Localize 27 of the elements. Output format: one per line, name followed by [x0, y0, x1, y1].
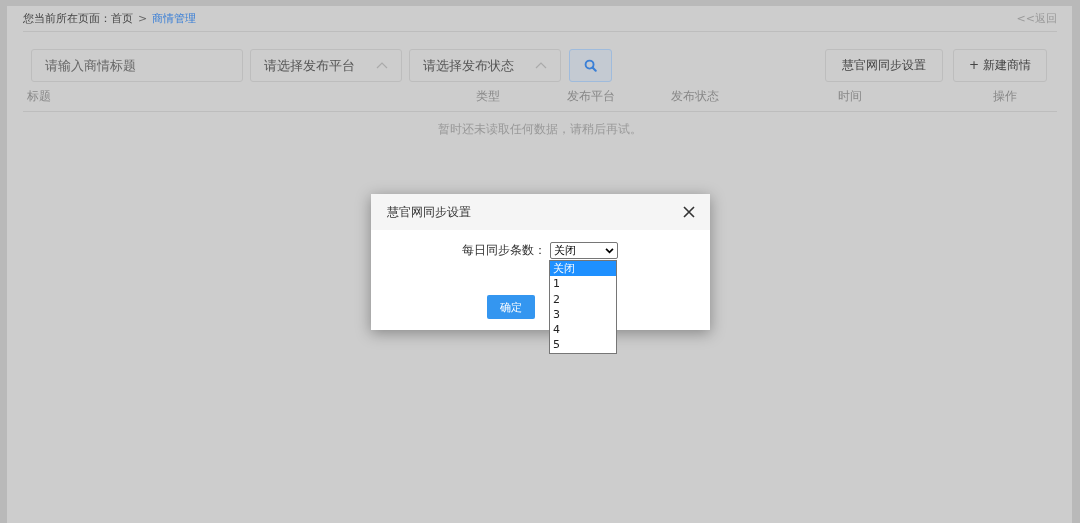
chevron-up-icon [535, 62, 547, 69]
dropdown-option[interactable]: 5 [550, 337, 616, 353]
chevron-up-icon [376, 62, 388, 69]
sync-settings-button[interactable]: 慧官网同步设置 [825, 49, 943, 82]
new-item-button[interactable]: + 新建商情 [953, 49, 1047, 82]
breadcrumb-label: 您当前所在页面： [23, 11, 111, 26]
dropdown-option[interactable]: 1 [550, 276, 616, 292]
sync-count-select[interactable]: 关闭 [550, 242, 618, 259]
column-header: 时间 [838, 89, 862, 103]
chevron-down-icon [605, 247, 614, 254]
dropdown-option[interactable]: 4 [550, 322, 616, 338]
close-icon[interactable] [683, 206, 695, 218]
platform-select[interactable]: 请选择发布平台 [250, 49, 402, 82]
column-header: 发布状态 [671, 89, 719, 103]
search-icon [584, 59, 597, 72]
dialog-title: 慧官网同步设置 [387, 203, 471, 221]
breadcrumb-separator: > [138, 12, 148, 25]
column-header: 类型 [476, 89, 500, 103]
dropdown-option[interactable]: 3 [550, 306, 616, 323]
column-header: 发布平台 [567, 89, 615, 103]
column-header: 操作 [993, 89, 1017, 103]
breadcrumb-link[interactable]: 首页 [111, 11, 133, 26]
dropdown-option[interactable]: 2 [550, 291, 616, 307]
title-search-field[interactable]: 请输入商情标题 [31, 49, 243, 82]
status-select[interactable]: 请选择发布状态 [409, 49, 561, 82]
field-label: 每日同步条数： [462, 242, 546, 259]
column-header: 标题 [27, 89, 51, 103]
